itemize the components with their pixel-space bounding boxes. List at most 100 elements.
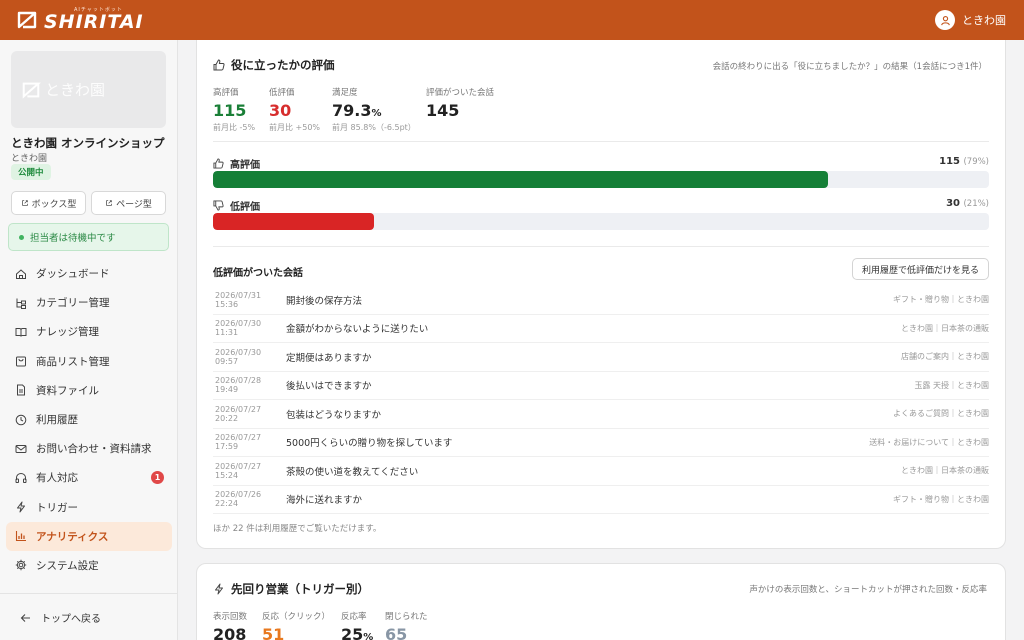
- shop-name: ときわ園 オンラインショップ: [11, 136, 165, 150]
- filter-low-rated-button[interactable]: 利用履歴で低評価だけを見る: [851, 258, 989, 280]
- metric-label: 表示回数: [213, 612, 248, 622]
- sidebar-item-trigger[interactable]: トリガー: [6, 493, 172, 522]
- conv-question: 開封後の保存方法: [286, 295, 363, 307]
- metric-label: 反応率: [341, 612, 367, 622]
- metric-sub: 前月比 -5%: [213, 123, 256, 132]
- list-item[interactable]: 2026/07/28 19:49 後払いはできますか 玉露 天授｜ときわ園: [213, 372, 989, 400]
- top-bar: AIチャットボット SHIRITAI ときわ園: [0, 0, 1024, 40]
- bar-fill-low: [213, 213, 374, 230]
- sidebar-item-label: お問い合わせ・資料請求: [36, 443, 152, 456]
- sidebar-item-live-support[interactable]: 有人対応 1: [6, 463, 172, 492]
- sidebar-item-products[interactable]: 商品リスト管理: [6, 347, 172, 376]
- bar-count-value: 115: [939, 156, 960, 167]
- trigger-card-note: 声かけの表示回数と、ショートカットが押された回数・反応率: [749, 585, 987, 595]
- sidebar-item-history[interactable]: 利用履歴: [6, 405, 172, 434]
- sidebar-item-label: ナレッジ管理: [36, 326, 99, 339]
- bar-label-text: 低評価: [230, 202, 260, 213]
- trigger-card-title: 先回り営業（トリガー別）: [213, 581, 369, 597]
- sidebar-item-label: トリガー: [36, 501, 78, 514]
- box-type-label: ボックス型: [31, 199, 77, 210]
- rating-card-title-text: 役に立ったかの評価: [231, 58, 335, 72]
- conv-category: ときわ園｜日本茶の通販: [901, 466, 989, 476]
- conv-date: 2026/07/31 15:36: [215, 290, 262, 309]
- external-link-icon: [106, 200, 112, 206]
- staff-status-text: 担当者は待機中です: [30, 233, 116, 244]
- bar-count-pct: (21%): [963, 199, 989, 209]
- list-item[interactable]: 2026/07/27 15:24 茶殻の使い道を教えてください ときわ園｜日本茶の通…: [213, 457, 989, 486]
- brand-mark-icon: [17, 11, 37, 29]
- shop-thumbnail: ときわ園: [11, 51, 166, 128]
- rating-card: 役に立ったかの評価 会話の終わりに出る「役に立ちましたか？」の結果（1会話につき…: [196, 40, 1006, 549]
- sidebar-item-settings[interactable]: システム設定: [6, 551, 172, 580]
- user-menu[interactable]: ときわ園: [935, 10, 1006, 30]
- conv-question: 包装はどうなりますか: [286, 409, 382, 421]
- conv-question: 5000円くらいの贈り物を探しています: [286, 438, 453, 450]
- metric-value: 145: [426, 101, 460, 120]
- sidebar-item-inquiries[interactable]: お問い合わせ・資料請求: [6, 434, 172, 463]
- page-type-label: ページ型: [116, 199, 152, 210]
- sidebar-item-category[interactable]: カテゴリー管理: [6, 288, 172, 317]
- sidebar: ときわ園 ときわ園 オンラインショップ ときわ園 公開中 ボックス型 ページ型 …: [0, 40, 178, 640]
- list-item[interactable]: 2026/07/30 11:31 金額がわからないように送りたい ときわ園｜日本茶の…: [213, 315, 989, 343]
- brand-logo[interactable]: AIチャットボット SHIRITAI: [16, 8, 144, 32]
- divider: [213, 246, 989, 247]
- more-note: ほか 22 件は利用履歴でご覧いただけます。: [213, 524, 382, 534]
- box-type-button[interactable]: ボックス型: [11, 191, 86, 215]
- metric-value: 51: [262, 625, 285, 640]
- back-to-top-link[interactable]: トップへ戻る: [20, 610, 101, 625]
- bar-count-low: 30 (21%): [946, 198, 989, 209]
- metric-unit: %: [371, 108, 382, 119]
- bar-label-low: 低評価: [213, 198, 260, 213]
- bolt-icon: [15, 501, 27, 513]
- metric-closed: 閉じられた 65: [385, 610, 428, 640]
- list-item[interactable]: 2026/07/27 20:22 包装はどうなりますか よくあるご質問｜ときわ園: [213, 400, 989, 429]
- conv-date: 2026/07/30 11:31: [215, 319, 262, 338]
- sidebar-item-label: 商品リスト管理: [36, 355, 110, 368]
- conv-date: 2026/07/27 15:24: [215, 461, 262, 480]
- page-type-button[interactable]: ページ型: [91, 191, 166, 215]
- brand-name: SHIRITAI: [44, 11, 144, 33]
- metric-low: 低評価 30 前月比 +50%: [269, 86, 320, 133]
- book-icon: [15, 326, 27, 338]
- conv-date: 2026/07/27 17:59: [215, 433, 262, 452]
- sidebar-item-analytics[interactable]: アナリティクス: [6, 521, 172, 551]
- conv-question: 後払いはできますか: [286, 381, 372, 393]
- sidebar-item-knowledge[interactable]: ナレッジ管理: [6, 317, 172, 346]
- notification-badge: 1: [151, 471, 164, 485]
- home-icon: [15, 268, 27, 280]
- bar-fill-high: [213, 171, 829, 188]
- list-item[interactable]: 2026/07/27 17:59 5000円くらいの贈り物を探しています 送料・お届…: [213, 429, 989, 457]
- back-label: トップへ戻る: [41, 614, 101, 625]
- conv-date: 2026/07/26 22:24: [215, 490, 262, 509]
- rating-card-note: 会話の終わりに出る「役に立ちましたか？」の結果（1会話につき1件）: [712, 62, 987, 72]
- conv-category: 玉露 天授｜ときわ園: [914, 380, 989, 390]
- list-item[interactable]: 2026/07/26 22:24 海外に送れますか ギフト・贈り物｜ときわ園: [213, 486, 989, 514]
- conv-category: ギフト・贈り物｜ときわ園: [893, 295, 989, 305]
- metric-impressions: 表示回数 208: [213, 610, 247, 640]
- bag-icon: [15, 355, 27, 367]
- sidebar-item-label: ダッシュボード: [36, 268, 110, 281]
- sidebar-item-dashboard[interactable]: ダッシュボード: [6, 259, 172, 288]
- metric-high: 高評価 115 前月比 -5%: [213, 86, 255, 133]
- conv-category: ときわ園｜日本茶の通販: [901, 323, 989, 333]
- clock-icon: [15, 414, 27, 426]
- metric-label: 満足度: [332, 88, 358, 98]
- sidebar-nav: ダッシュボード カテゴリー管理 ナレッジ管理 商品リスト管理 資料ファイル 利用…: [0, 259, 178, 580]
- trigger-card-title-text: 先回り営業（トリガー別）: [231, 582, 369, 596]
- chart-icon: [15, 530, 27, 542]
- sidebar-item-files[interactable]: 資料ファイル: [6, 376, 172, 405]
- thumbs-down-icon: [213, 200, 224, 211]
- metric-label: 評価がついた会話: [426, 88, 495, 98]
- list-item[interactable]: 2026/07/30 09:57 定期便はありますか 店舗のご案内｜ときわ園: [213, 343, 989, 372]
- conv-date: 2026/07/30 09:57: [215, 347, 262, 366]
- metric-clicks: 反応（クリック） 51: [262, 610, 330, 640]
- list-item[interactable]: 2026/07/31 15:36 開封後の保存方法 ギフト・贈り物｜ときわ園: [213, 286, 989, 315]
- staff-status: 担当者は待機中です: [8, 223, 169, 251]
- low-rated-list: 2026/07/31 15:36 開封後の保存方法 ギフト・贈り物｜ときわ園 202…: [213, 286, 989, 514]
- bolt-icon: [215, 583, 223, 595]
- metric-value: 25%: [341, 625, 373, 640]
- tree-icon: [15, 297, 27, 309]
- metric-value: 208: [213, 625, 247, 640]
- conv-date: 2026/07/27 20:22: [215, 404, 262, 423]
- thumbs-up-icon: [213, 158, 224, 169]
